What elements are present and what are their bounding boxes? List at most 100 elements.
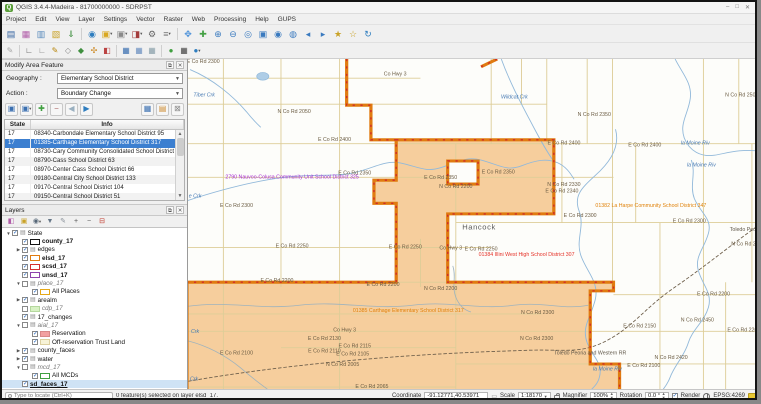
map-themes-icon[interactable]: ◉▾ <box>32 217 42 227</box>
menu-item-web[interactable]: Web <box>192 16 205 23</box>
copy-features-menu-icon[interactable]: ▣▾ <box>20 103 33 116</box>
layer-visibility-checkbox[interactable]: ✓ <box>22 381 28 387</box>
zoom-native-icon[interactable]: ◎ <box>241 27 255 41</box>
menu-item-view[interactable]: View <box>55 16 69 23</box>
table-row[interactable]: 1701385-Carthage Elementary School Distr… <box>5 139 184 148</box>
menu-item-raster[interactable]: Raster <box>164 16 183 23</box>
layer-item-county-17[interactable]: ✓county_17 <box>2 237 187 245</box>
layer-item-off-reservation-trust-land[interactable]: ✓Off-reservation Trust Land <box>2 338 187 346</box>
world-settings-icon[interactable]: ●▾ <box>191 45 203 57</box>
add-group-icon[interactable]: ▣ <box>19 217 29 227</box>
extent-icon[interactable]: ▭ <box>491 393 497 400</box>
layer-visibility-checkbox[interactable]: ✓ <box>12 230 18 236</box>
scale-select[interactable]: 1:18170 ▼ <box>518 392 551 401</box>
measure-icon[interactable]: ≡▾ <box>160 27 174 41</box>
layer-item-edges[interactable]: ▶✓▤edges <box>2 246 187 254</box>
current-edits-icon[interactable]: ✎ <box>4 45 16 57</box>
filter-legend-icon[interactable]: ▼ <box>45 217 55 227</box>
menu-item-edit[interactable]: Edit <box>35 16 46 23</box>
add-area-icon[interactable]: ✚ <box>35 103 48 116</box>
save-project-icon[interactable]: ▤ <box>4 27 18 41</box>
layout-manager-icon[interactable]: ▥ <box>34 27 48 41</box>
layer-visibility-checkbox[interactable]: ✓ <box>32 289 38 295</box>
collapse-all-icon[interactable]: − <box>84 217 94 227</box>
open-attribute-table-icon[interactable]: ▦ <box>120 45 132 57</box>
vertex-tool-layer-icon[interactable]: ∟ <box>36 45 48 57</box>
layer-item-state[interactable]: ▼✓▤State <box>2 229 187 237</box>
expand-arrow-icon[interactable]: ▼ <box>5 231 12 236</box>
identify-features-icon[interactable]: ◉ <box>85 27 99 41</box>
zoom-next-icon[interactable]: ▸ <box>316 27 330 41</box>
column-header-state[interactable]: State <box>5 120 31 129</box>
layer-item-sd-faces-17[interactable]: ✓sd_faces_17 <box>2 380 187 388</box>
expand-arrow-icon[interactable]: ▼ <box>15 281 22 286</box>
geography-select[interactable]: Elementary School District ▼ <box>57 73 183 84</box>
scroll-up-icon[interactable]: ▲ <box>178 130 183 138</box>
layer-item-arealm[interactable]: ▶✓▤arealm <box>2 296 187 304</box>
expand-all-icon[interactable]: + <box>71 217 81 227</box>
zoom-full-icon[interactable]: ▣ <box>256 27 270 41</box>
layer-visibility-checkbox[interactable]: ✓ <box>22 255 28 261</box>
layer-item-elsd-17[interactable]: ✓elsd_17 <box>2 254 187 262</box>
coordinate-input[interactable]: -91.12771,40.53971 <box>424 392 488 401</box>
menu-item-project[interactable]: Project <box>6 16 26 23</box>
layer-item-place-17[interactable]: ▼▤place_17 <box>2 279 187 287</box>
extent-icon[interactable]: ⊠ <box>171 103 184 116</box>
world-green-icon[interactable]: ● <box>165 45 177 57</box>
layer-visibility-checkbox[interactable] <box>22 322 28 328</box>
zoom-to-selection-icon[interactable]: ◉ <box>271 27 285 41</box>
select-by-form-icon[interactable]: ◨▾ <box>130 27 144 41</box>
copy-features-icon[interactable]: ▣ <box>5 103 18 116</box>
expand-arrow-icon[interactable]: ▶ <box>15 297 22 303</box>
layer-visibility-checkbox[interactable] <box>22 306 28 312</box>
zoom-to-layer-icon[interactable]: ◍ <box>286 27 300 41</box>
layer-item-all-places[interactable]: ✓All Places <box>2 288 187 296</box>
attribute-table-icon[interactable]: ▦ <box>141 103 154 116</box>
table-row[interactable]: 1709180-Central City School District 133 <box>5 175 184 184</box>
layer-visibility-checkbox[interactable] <box>22 364 28 370</box>
layer-item-cdp-17[interactable]: cdp_17 <box>2 305 187 313</box>
deselect-features-icon[interactable]: ▣▾ <box>115 27 129 41</box>
expand-arrow-icon[interactable]: ▼ <box>15 365 22 370</box>
layer-item-all-mcds[interactable]: ✓All MCDs <box>2 372 187 380</box>
panel-close-icon[interactable]: ✕ <box>176 206 184 214</box>
crs-globe-icon[interactable] <box>703 393 710 400</box>
layer-visibility-checkbox[interactable]: ✓ <box>22 348 28 354</box>
map-canvas[interactable]: E Co Rd 2300Tiber CrkCo Hwy 3N Co Rd 205… <box>188 59 757 389</box>
layer-item-county-faces[interactable]: ▶✓▤county_faces <box>2 346 187 354</box>
locator-bar[interactable] <box>5 392 113 401</box>
attribute-table-selected-icon[interactable]: ▦ <box>133 45 145 57</box>
lock-scale-icon[interactable] <box>554 395 560 400</box>
menu-item-vector[interactable]: Vector <box>136 16 154 23</box>
panel-close-icon[interactable]: ✕ <box>176 61 184 69</box>
table-row[interactable]: 1708790-Cass School District 63 <box>5 157 184 166</box>
pan-to-selection-icon[interactable]: ✚ <box>196 27 210 41</box>
previous-icon[interactable]: ◀ <box>65 103 78 116</box>
action-select[interactable]: Boundary Change ▼ <box>57 88 183 99</box>
zoom-out-icon[interactable]: ⊖ <box>226 27 240 41</box>
remove-layer-icon[interactable]: ⊟ <box>97 217 107 227</box>
layer-visibility-checkbox[interactable]: ✓ <box>32 331 38 337</box>
layer-visibility-checkbox[interactable]: ✓ <box>22 356 28 362</box>
data-source-manager-icon[interactable]: ▧ <box>49 27 63 41</box>
expand-arrow-icon[interactable]: ▼ <box>15 323 22 328</box>
scrollbar-thumb[interactable] <box>177 138 184 156</box>
table-row[interactable]: 1709150-Central School District 51 <box>5 193 184 200</box>
expand-arrow-icon[interactable]: ▶ <box>15 348 22 354</box>
panel-float-icon[interactable]: ⧉ <box>166 61 174 69</box>
render-checkbox[interactable]: ✓ <box>672 393 678 399</box>
show-bookmarks-icon[interactable]: ☆ <box>346 27 360 41</box>
close-button[interactable]: ✕ <box>745 4 750 11</box>
digitize-icon[interactable]: ✎ <box>49 45 61 57</box>
form-edit-icon[interactable]: ▤ <box>156 103 169 116</box>
layer-item-aial-17[interactable]: ▼▤aial_17 <box>2 321 187 329</box>
style-manager-icon[interactable]: ▦ <box>19 27 33 41</box>
zoom-in-icon[interactable]: ⊕ <box>211 27 225 41</box>
import-layer-icon[interactable]: ⇓ <box>64 27 78 41</box>
locate-input[interactable] <box>14 393 110 399</box>
expand-arrow-icon[interactable]: ▶ <box>15 247 22 253</box>
layer-item-water[interactable]: ▶✓▤water <box>2 355 187 363</box>
menu-item-processing[interactable]: Processing <box>214 16 246 23</box>
magnifier-input[interactable]: 100% ▲▼ <box>590 392 616 401</box>
move-feature-icon[interactable]: ✣ <box>88 45 100 57</box>
